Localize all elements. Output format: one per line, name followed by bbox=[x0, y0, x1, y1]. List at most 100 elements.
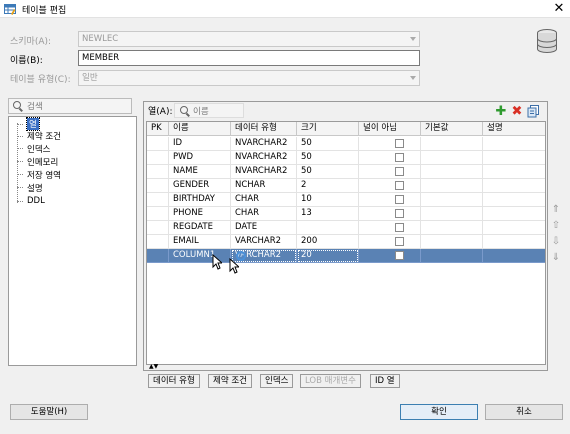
not-null-checkbox[interactable] bbox=[395, 209, 404, 218]
tree-item-comment[interactable]: 설명 bbox=[27, 182, 43, 194]
not-null-checkbox[interactable] bbox=[395, 181, 404, 190]
tree-item-storage[interactable]: 저장 영역 bbox=[27, 169, 61, 181]
not-null-cell[interactable] bbox=[359, 207, 421, 221]
plus-icon[interactable]: ✚ bbox=[495, 105, 507, 118]
pk-cell[interactable] bbox=[147, 193, 169, 207]
not-null-cell[interactable] bbox=[359, 151, 421, 165]
comment-cell[interactable] bbox=[483, 151, 545, 165]
default-cell[interactable] bbox=[421, 137, 483, 151]
table-row[interactable]: NAME NVARCHAR2 50 bbox=[147, 165, 545, 179]
type-cell[interactable]: CHAR bbox=[231, 193, 297, 207]
ok-button[interactable]: 확인 bbox=[400, 404, 478, 420]
comment-cell[interactable] bbox=[483, 221, 545, 235]
name-cell[interactable]: PWD bbox=[169, 151, 231, 165]
tree-item-ddl[interactable]: DDL bbox=[27, 196, 45, 206]
table-row[interactable]: PWD NVARCHAR2 50 bbox=[147, 151, 545, 165]
type-cell[interactable]: NVARCHAR2 bbox=[231, 165, 297, 179]
tab-data-type[interactable]: 데이터 유형 bbox=[148, 374, 200, 388]
move-down-icon[interactable]: ⇩ bbox=[551, 236, 561, 248]
type-cell[interactable]: NVARCHAR2 bbox=[231, 151, 297, 165]
default-cell[interactable] bbox=[421, 193, 483, 207]
tree-item-indexes[interactable]: 인덱스 bbox=[27, 143, 50, 155]
help-button[interactable]: 도움말(H) bbox=[10, 404, 88, 420]
name-cell[interactable]: GENDER bbox=[169, 179, 231, 193]
pk-cell[interactable] bbox=[147, 221, 169, 235]
table-row[interactable]: COLUMN1 VARCHAR2 20 bbox=[147, 249, 545, 263]
column-header-size[interactable]: 크기 bbox=[297, 122, 359, 136]
type-cell[interactable]: NVARCHAR2 bbox=[231, 137, 297, 151]
type-cell[interactable]: VARCHAR2 bbox=[231, 235, 297, 249]
schema-combo[interactable]: NEWLEC bbox=[78, 31, 420, 47]
comment-cell[interactable] bbox=[483, 193, 545, 207]
table-row[interactable]: PHONE CHAR 13 bbox=[147, 207, 545, 221]
comment-cell[interactable] bbox=[483, 207, 545, 221]
size-cell[interactable]: 50 bbox=[297, 137, 359, 151]
not-null-checkbox[interactable] bbox=[395, 251, 404, 260]
not-null-checkbox[interactable] bbox=[395, 153, 404, 162]
size-cell[interactable]: 200 bbox=[297, 235, 359, 249]
table-row[interactable]: GENDER NCHAR 2 bbox=[147, 179, 545, 193]
name-cell[interactable]: PHONE bbox=[169, 207, 231, 221]
tab-lob-params[interactable]: LOB 매개변수 bbox=[300, 374, 361, 388]
pk-cell[interactable] bbox=[147, 235, 169, 249]
close-button[interactable]: ✕ bbox=[551, 0, 567, 18]
tree-search-input[interactable]: 검색 bbox=[8, 98, 132, 114]
default-cell[interactable] bbox=[421, 221, 483, 235]
default-cell[interactable] bbox=[421, 165, 483, 179]
table-row[interactable]: ID NVARCHAR2 50 bbox=[147, 137, 545, 151]
columns-filter-input[interactable]: 이름 bbox=[174, 103, 244, 118]
not-null-cell[interactable] bbox=[359, 137, 421, 151]
pk-cell[interactable] bbox=[147, 137, 169, 151]
pk-cell[interactable] bbox=[147, 151, 169, 165]
splitter-handle-icon[interactable]: ▲▼ bbox=[149, 364, 158, 370]
size-cell[interactable]: 2 bbox=[297, 179, 359, 193]
type-cell[interactable]: DATE bbox=[231, 221, 297, 235]
tree-item-inmemory[interactable]: 인메모리 bbox=[27, 156, 58, 168]
tab-constraints[interactable]: 제약 조건 bbox=[208, 374, 252, 388]
not-null-cell[interactable] bbox=[359, 235, 421, 249]
default-cell[interactable] bbox=[421, 151, 483, 165]
pk-cell[interactable] bbox=[147, 207, 169, 221]
pk-cell[interactable] bbox=[147, 179, 169, 193]
size-cell[interactable]: 13 bbox=[297, 207, 359, 221]
move-up-icon[interactable]: ⇧ bbox=[551, 220, 561, 232]
name-cell[interactable]: ID bbox=[169, 137, 231, 151]
tab-indexes[interactable]: 인덱스 bbox=[260, 374, 294, 388]
size-cell[interactable]: 10 bbox=[297, 193, 359, 207]
move-bottom-icon[interactable]: ⇓ bbox=[551, 252, 561, 264]
tree-item-constraints[interactable]: 제약 조건 bbox=[27, 130, 61, 142]
not-null-cell[interactable] bbox=[359, 249, 421, 263]
not-null-checkbox[interactable] bbox=[395, 237, 404, 246]
default-cell[interactable] bbox=[421, 249, 483, 263]
default-cell[interactable] bbox=[421, 179, 483, 193]
tree-item-columns[interactable]: 열 bbox=[26, 117, 40, 131]
column-header-not-null[interactable]: 널이 아님 bbox=[359, 122, 421, 136]
table-row[interactable]: REGDATE DATE bbox=[147, 221, 545, 235]
name-cell[interactable]: EMAIL bbox=[169, 235, 231, 249]
table-name-input[interactable]: MEMBER bbox=[78, 50, 420, 66]
pk-cell[interactable] bbox=[147, 249, 169, 263]
comment-cell[interactable] bbox=[483, 249, 545, 263]
copy-icon[interactable] bbox=[527, 105, 540, 118]
not-null-checkbox[interactable] bbox=[395, 223, 404, 232]
cancel-button[interactable]: 취소 bbox=[485, 404, 563, 420]
column-header-comment[interactable]: 설명 bbox=[483, 122, 545, 136]
type-cell[interactable]: NCHAR bbox=[231, 179, 297, 193]
size-cell[interactable] bbox=[297, 221, 359, 235]
name-cell[interactable]: REGDATE bbox=[169, 221, 231, 235]
pk-cell[interactable] bbox=[147, 165, 169, 179]
comment-cell[interactable] bbox=[483, 137, 545, 151]
size-cell[interactable]: 50 bbox=[297, 165, 359, 179]
comment-cell[interactable] bbox=[483, 235, 545, 249]
move-top-icon[interactable]: ⇑ bbox=[551, 204, 561, 216]
table-row[interactable]: BIRTHDAY CHAR 10 bbox=[147, 193, 545, 207]
name-cell[interactable]: NAME bbox=[169, 165, 231, 179]
column-header-name[interactable]: 이름 bbox=[169, 122, 231, 136]
table-row[interactable]: EMAIL VARCHAR2 200 bbox=[147, 235, 545, 249]
comment-cell[interactable] bbox=[483, 179, 545, 193]
delete-icon[interactable]: ✖ bbox=[511, 105, 523, 118]
size-cell[interactable]: 50 bbox=[297, 151, 359, 165]
size-cell[interactable]: 20 bbox=[297, 249, 359, 263]
not-null-checkbox[interactable] bbox=[395, 195, 404, 204]
column-header-type[interactable]: 데이터 유형 bbox=[231, 122, 297, 136]
